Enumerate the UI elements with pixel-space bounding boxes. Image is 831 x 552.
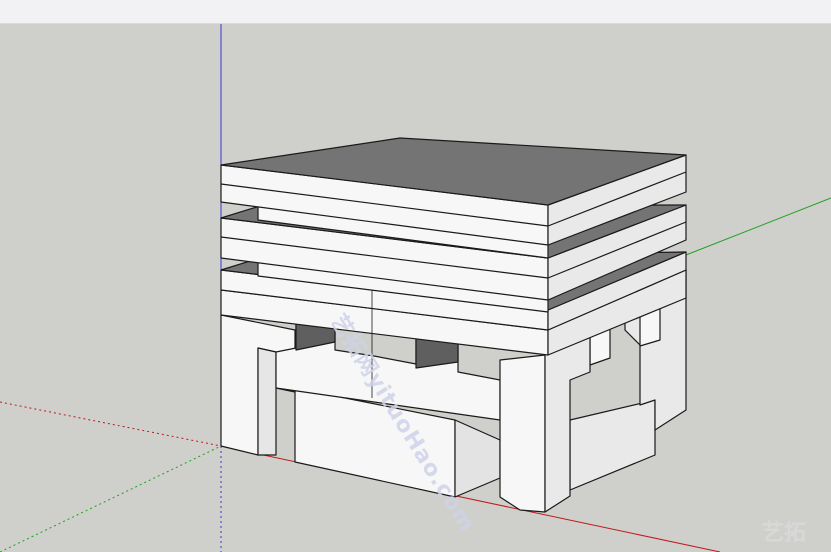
model-canvas[interactable]: 艺拓网yituoHao.com 艺拓 (0, 24, 831, 552)
top-toolbar (0, 0, 831, 24)
sketchup-window: 艺拓网yituoHao.com 艺拓 (0, 0, 831, 552)
right-leg-front (499, 354, 546, 513)
corner-logo: 艺拓 (762, 520, 806, 546)
left-leg-inner (257, 347, 277, 456)
drawing-viewport[interactable]: 艺拓网yituoHao.com 艺拓 (0, 24, 831, 552)
